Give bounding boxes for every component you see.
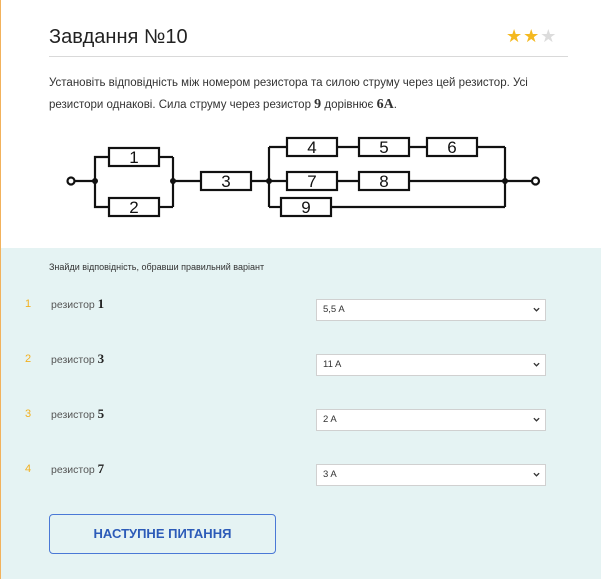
resistor-label: 5 [379,138,388,157]
row-number: 1 [25,298,32,310]
chevron-down-icon [533,307,540,312]
row-resistor-number: 3 [97,351,105,366]
row-number: 3 [25,408,32,420]
answer-select[interactable]: 11 A [316,354,546,376]
row-label: резистор 5 [51,406,105,421]
task-card: Завдання №10 ★★★ Установіть відповідніст… [0,0,601,579]
star-filled-icon: ★ [506,26,524,46]
instruction-text: Знайди відповідність, обравши правильний… [49,262,265,272]
star-empty-icon: ★ [540,26,558,46]
resistor-label: 6 [447,138,456,157]
resistor-label: 4 [307,138,316,157]
resistor-label: 7 [307,172,316,191]
difficulty-rating: ★★★ [506,26,557,47]
answer-select[interactable]: 5,5 A [316,299,546,321]
description-line-2-prefix: резистори однакові. Сила струму через ре… [49,99,315,111]
star-filled-icon: ★ [523,26,541,46]
chevron-down-icon [533,472,540,477]
resistor-label: 8 [379,172,388,191]
row-resistor-number: 7 [97,461,105,476]
resistor-label: 3 [221,172,230,191]
row-label: резистор 7 [51,461,105,476]
row-label: резистор 1 [51,296,105,311]
select-value: 5,5 A [323,304,345,315]
answer-select[interactable]: 3 A [316,464,546,486]
select-value: 11 A [323,359,342,370]
resistor-label: 9 [301,198,310,217]
select-value: 2 A [323,414,337,425]
description-line-2-end: . [393,99,397,111]
select-value: 3 A [323,469,337,480]
row-resistor-number: 5 [97,406,105,421]
row-label: резистор 3 [51,351,105,366]
resistor-label: 2 [129,198,138,217]
title-divider [49,56,568,57]
resistor-label: 1 [129,148,138,167]
next-question-button[interactable]: НАСТУПНЕ ПИТАННЯ [49,514,276,554]
description-line-2-middle: дорівнює [321,99,377,111]
row-number: 2 [25,353,32,365]
current-value: 6A [376,97,394,112]
circuit-diagram: 1 2 3 4 5 6 7 8 9 [66,136,541,218]
row-number: 4 [25,463,32,475]
task-header-section: Завдання №10 ★★★ Установіть відповідніст… [1,0,601,248]
chevron-down-icon [533,417,540,422]
task-description: Установіть відповідність між номером рез… [49,72,569,116]
chevron-down-icon [533,362,540,367]
answer-select[interactable]: 2 A [316,409,546,431]
description-line-1: Установіть відповідність між номером рез… [49,77,528,89]
task-title: Завдання №10 [49,26,188,48]
row-resistor-number: 1 [97,296,105,311]
